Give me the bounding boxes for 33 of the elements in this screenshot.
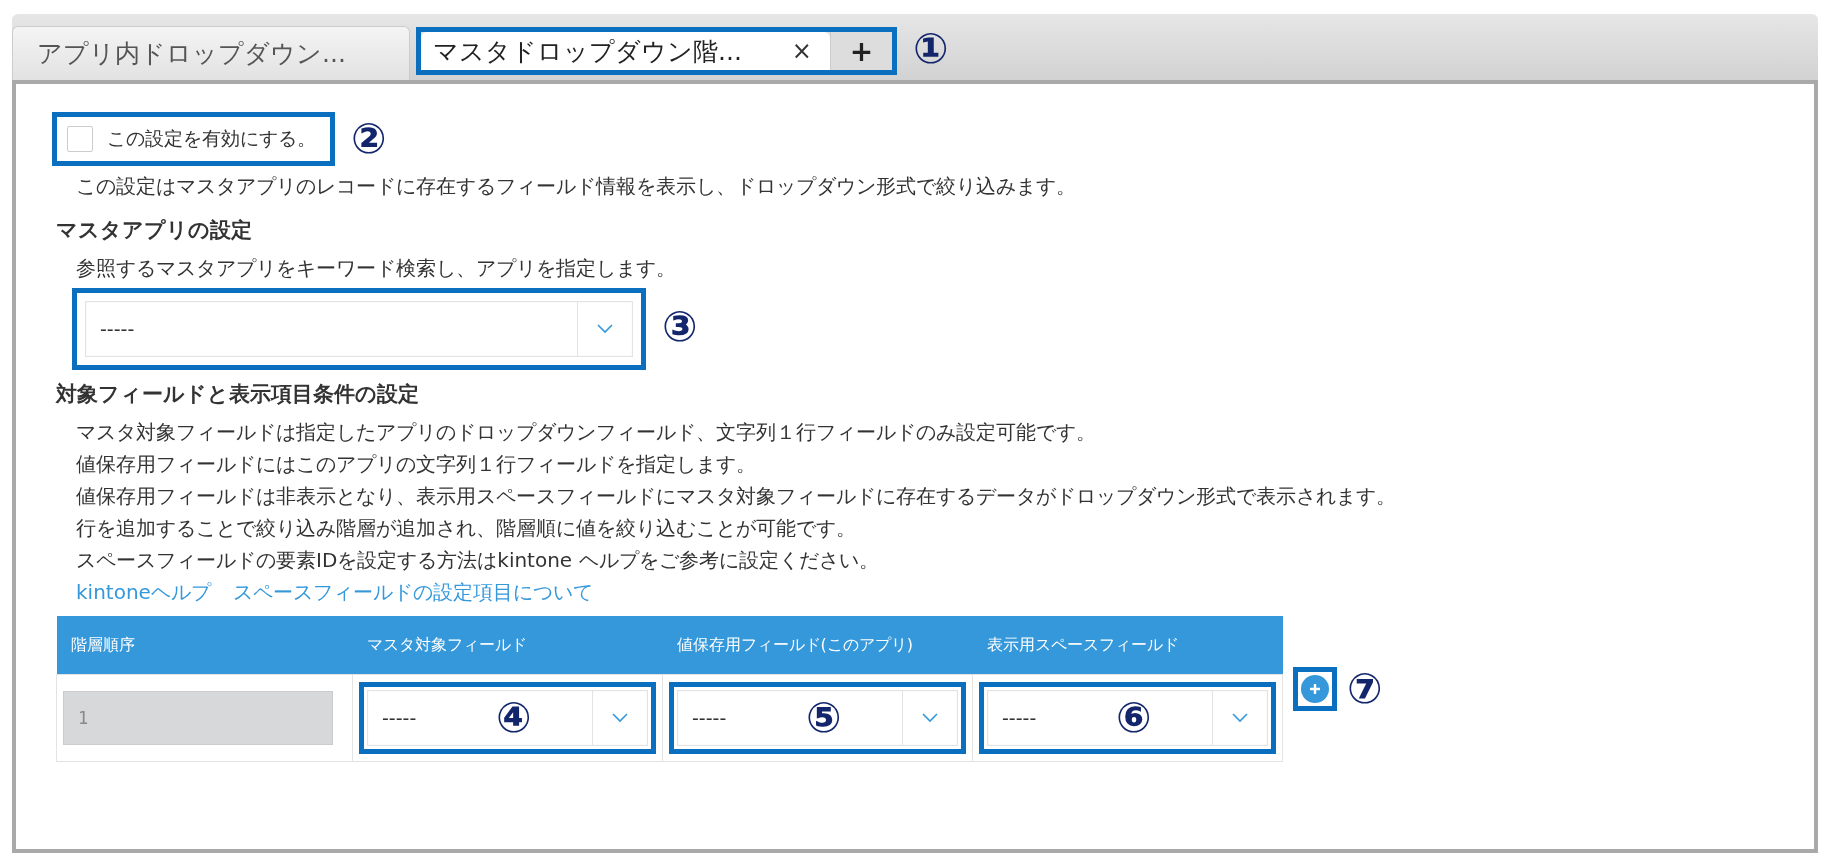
section-heading: 対象フィールドと表示項目条件の設定	[56, 381, 420, 408]
help-text: 参照するマスタアプリをキーワード検索し、アプリを指定します。	[76, 255, 677, 282]
section-heading: マスタアプリの設定	[56, 217, 253, 244]
checkbox-label: この設定を有効にする。	[107, 126, 316, 151]
callout-number: ②	[351, 118, 387, 160]
column-header: マスタ対象フィールド	[352, 616, 663, 675]
chevron-down-icon	[597, 324, 613, 334]
help-text: スペースフィールドの要素IDを設定する方法はkintone ヘルプをご参考に設定ください。	[76, 547, 880, 574]
help-text: マスタ対象フィールドは指定したアプリのドロップダウンフィールド、文字列１行フィールドのみ設定可能です。	[76, 419, 1097, 446]
callout-number: ⑥	[1116, 697, 1152, 739]
add-row-button[interactable]	[1301, 675, 1329, 703]
chevron-down-icon	[922, 713, 938, 723]
add-tab-button[interactable]: +	[829, 32, 892, 70]
description-text: この設定はマスタアプリのレコードに存在するフィールド情報を表示し、ドロップダウン形式で絞り込みます。	[76, 173, 1077, 200]
column-header: 表示用スペースフィールド	[972, 616, 1283, 675]
callout-number: ④	[496, 697, 532, 739]
callout-number: ⑦	[1347, 668, 1383, 710]
help-text: 行を追加することで絞り込み階層が追加され、階層順に値を絞り込むことが可能です。	[76, 515, 857, 542]
plus-icon	[1308, 682, 1322, 696]
callout-number: ③	[662, 306, 698, 348]
help-text: 値保存用フィールドは非表示となり、表示用スペースフィールドにマスタ対象フィールドに存在するデータがドロップダウン形式で表示されます。	[76, 483, 1397, 510]
tab[interactable]: アプリ内ドロップダウン...	[12, 26, 410, 80]
close-button[interactable]: ×	[791, 37, 812, 65]
chevron-down-icon	[1232, 713, 1248, 723]
column-header: 値保存用フィールド(このアプリ)	[662, 616, 973, 675]
tab[interactable]: マスタドロップダウン階... ×	[421, 32, 830, 70]
callout-number: ①	[912, 28, 949, 70]
dropdown-select[interactable]: -----	[85, 301, 633, 357]
help-text: 値保存用フィールドにはこのアプリの文字列１行フィールドを指定します。	[76, 451, 757, 478]
column-header: 階層順序	[56, 616, 353, 675]
callout-number: ⑤	[806, 697, 842, 739]
checkbox[interactable]	[67, 126, 93, 152]
chevron-down-icon	[612, 713, 628, 723]
